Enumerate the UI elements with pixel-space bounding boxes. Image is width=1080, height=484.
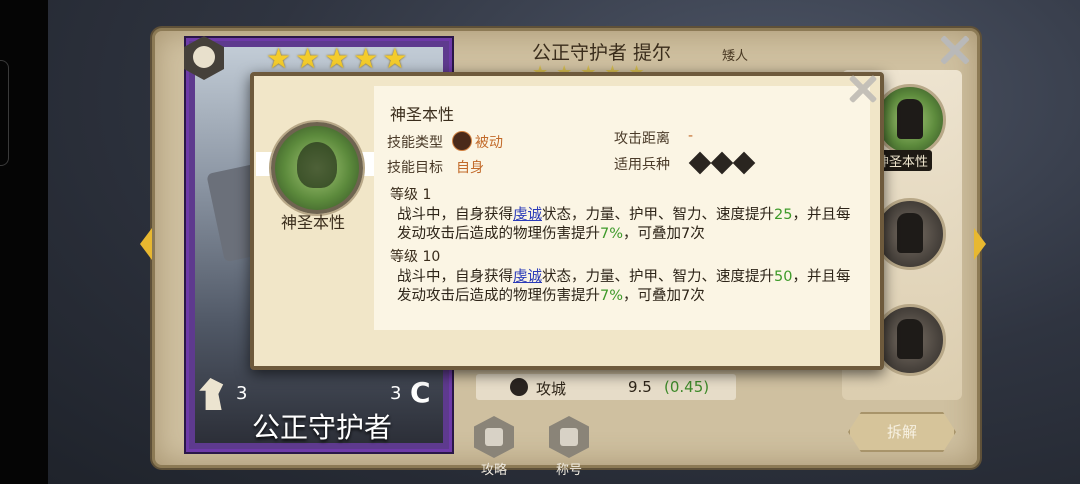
next-hero-arrow-icon[interactable] <box>974 228 986 260</box>
stat-bonus: (0.45) <box>664 378 710 396</box>
devotion-link[interactable]: 虔诚 <box>513 207 542 223</box>
hero-star-rating: ★★★★★ <box>266 42 412 75</box>
card-left-count: 3 <box>236 383 248 404</box>
level-10-label: 等级 10 <box>390 249 441 265</box>
level-1-description: 战斗中，自身获得虔诚状态，力量、护甲、智力、速度提升25，并且每 发动攻击后造成的… <box>397 207 851 242</box>
stat-label: 攻城 <box>536 380 567 398</box>
skill-emblem-name: 神圣本性 <box>281 213 346 232</box>
skill-dragon-icon <box>271 122 363 214</box>
skill-slot-2[interactable] <box>874 198 946 270</box>
close-popup-button[interactable] <box>846 72 880 106</box>
skill-name: 神圣本性 <box>390 105 455 124</box>
guide-label: 攻略 <box>481 463 508 478</box>
range-label: 攻击距离 <box>614 131 670 147</box>
title-label: 称号 <box>556 463 583 478</box>
close-panel-button[interactable] <box>936 32 972 68</box>
troop-type-label: 适用兵种 <box>614 157 670 173</box>
skill-slot-active[interactable] <box>874 84 946 156</box>
skill-type-value: 被动 <box>475 135 503 151</box>
level-1-label: 等级 1 <box>390 187 432 203</box>
card-right-count: 3 <box>390 383 402 404</box>
prev-hero-arrow-icon[interactable] <box>140 228 152 260</box>
siege-icon <box>510 378 528 396</box>
devotion-link[interactable]: 虔诚 <box>513 269 542 285</box>
stat-value: 9.5 <box>628 378 652 396</box>
device-edge <box>0 60 9 166</box>
skill-slot-3[interactable] <box>874 304 946 376</box>
class-c-icon: C <box>410 376 431 409</box>
passive-icon <box>452 131 472 151</box>
disassemble-button[interactable]: 拆解 <box>848 412 956 452</box>
target-label: 技能目标 <box>387 160 443 176</box>
skill-type-label: 技能类型 <box>387 135 443 151</box>
level-10-description: 战斗中，自身获得虔诚状态，力量、护甲、智力、速度提升50，并且每 发动攻击后造成的… <box>397 269 851 304</box>
flag-icon <box>560 428 578 446</box>
range-value: - <box>688 128 694 144</box>
thumbs-up-icon <box>485 428 503 446</box>
hero-title: 公正守护者 提尔 <box>532 42 672 64</box>
hero-card-name: 公正守护者 <box>252 411 393 444</box>
target-value: 自身 <box>456 160 484 176</box>
hero-race: 矮人 <box>722 49 749 64</box>
